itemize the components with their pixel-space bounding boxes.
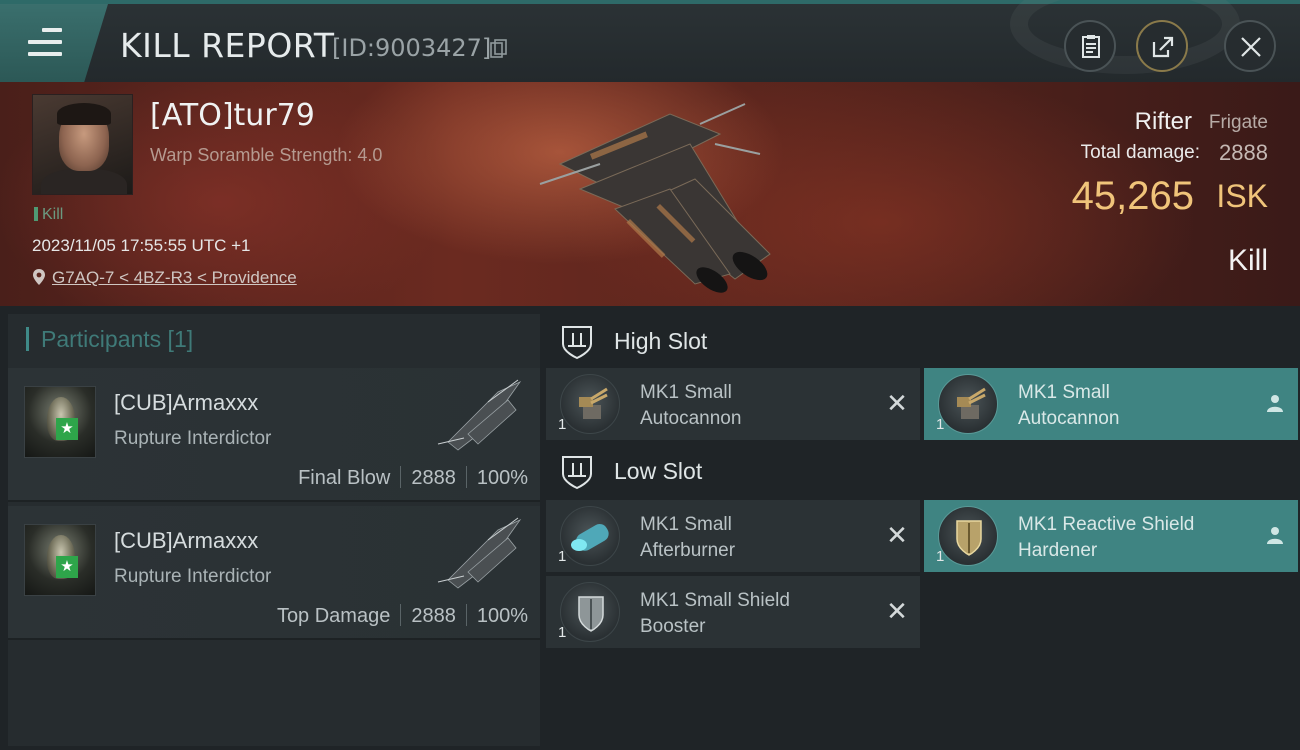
victim-name[interactable]: [ATO]tur79 (150, 98, 315, 133)
x-icon: ✕ (886, 596, 908, 626)
participant-ship-image (437, 379, 522, 451)
participant-role: Final Blow (298, 467, 391, 489)
participant-name: [CUB]Armaxxx (114, 390, 259, 415)
participant-stats: Top Damage 2888 100% (277, 604, 528, 628)
menu-icon (28, 28, 62, 64)
module-quantity: 1 (936, 416, 945, 433)
module-name-line1: MK1 Reactive Shield (1018, 514, 1195, 535)
module-quantity: 1 (558, 624, 567, 641)
victim-banner: [ATO]tur79 Warp Soramble Strength: 4.0 K… (0, 82, 1300, 306)
share-button[interactable] (1136, 20, 1188, 72)
module-item[interactable]: 1 MK1 Small Autocannon ✕ (546, 368, 920, 440)
module-name-line1: MK1 Small (640, 382, 732, 403)
location-link[interactable]: G7AQ-7 < 4BZ-R3 < Providence (52, 268, 297, 287)
person-icon (1267, 395, 1283, 412)
report-id: [ID:9003427] (332, 34, 492, 62)
module-name-line1: MK1 Small (1018, 382, 1110, 403)
module-name: MK1 Small Autocannon (640, 380, 880, 432)
slot-shield-icon (562, 456, 592, 490)
isk-value: 45,265 (1071, 174, 1194, 218)
participant-stats: Final Blow 2888 100% (298, 466, 528, 490)
afterburner-icon (560, 506, 620, 566)
victim-ship-class: Frigate (1208, 112, 1268, 133)
participant-damage: 2888 (411, 605, 456, 627)
clipboard-button[interactable] (1064, 20, 1116, 72)
participant-ship: Rupture Interdictor (114, 566, 272, 587)
share-icon (1152, 36, 1174, 58)
victim-avatar[interactable] (32, 94, 133, 195)
module-name: MK1 Small Autocannon (1018, 380, 1258, 432)
participant-card[interactable]: ★ [CUB]Armaxxx Rupture Interdictor Top D… (8, 506, 540, 640)
person-icon (1267, 527, 1283, 544)
star-icon: ★ (56, 556, 78, 578)
module-name: MK1 Reactive Shield Hardener (1018, 512, 1258, 564)
module-name-line2: Autocannon (1018, 408, 1120, 429)
shield-booster-icon (560, 582, 620, 642)
module-quantity: 1 (558, 548, 567, 565)
participant-ship: Rupture Interdictor (114, 428, 272, 449)
isk-unit: ISK (1216, 178, 1268, 214)
top-bar: KILL REPORT [ID:9003427] (0, 0, 1300, 82)
high-slot-label: High Slot (614, 328, 708, 354)
module-item[interactable]: 1 MK1 Small Shield Booster ✕ (546, 576, 920, 648)
module-name: MK1 Small Shield Booster (640, 588, 880, 640)
close-button[interactable] (1224, 20, 1276, 72)
total-damage-label: Total damage: (1080, 142, 1200, 163)
warp-scramble-strength: Warp Soramble Strength: 4.0 (150, 145, 383, 165)
participant-percent: 100% (476, 467, 528, 489)
total-damage-value: 2888 (1219, 140, 1268, 165)
participant-name: [CUB]Armaxxx (114, 528, 259, 553)
slot-shield-icon (562, 326, 592, 360)
victim-ship-image (539, 103, 771, 293)
autocannon-icon (938, 374, 998, 434)
module-name-line2: Booster (640, 616, 706, 637)
x-icon: ✕ (886, 388, 908, 418)
module-quantity: 1 (558, 416, 567, 433)
module-item[interactable]: 1 MK1 Small Afterburner ✕ (546, 500, 920, 572)
module-name-line2: Autocannon (640, 408, 742, 429)
module-quantity: 1 (936, 548, 945, 565)
module-name-line1: MK1 Small (640, 514, 732, 535)
low-slot-label: Low Slot (614, 458, 703, 484)
participant-card[interactable]: ★ [CUB]Armaxxx Rupture Interdictor Final… (8, 368, 540, 502)
module-item[interactable]: 1 MK1 Reactive Shield Hardener (924, 500, 1298, 572)
menu-button[interactable] (0, 4, 108, 82)
module-name: MK1 Small Afterburner (640, 512, 880, 564)
participant-percent: 100% (476, 605, 528, 627)
x-icon: ✕ (886, 520, 908, 550)
clipboard-icon (1082, 35, 1100, 58)
page-title: KILL REPORT (120, 26, 335, 65)
module-item[interactable]: 1 MK1 Small Autocannon (924, 368, 1298, 440)
shield-hardener-icon (938, 506, 998, 566)
kill-timestamp: 2023/11/05 17:55:55 UTC +1 (32, 236, 251, 255)
module-name-line2: Hardener (1018, 540, 1098, 561)
module-name-line1: MK1 Small Shield (640, 590, 790, 611)
copy-icon[interactable] (490, 39, 508, 59)
decorative-ring (1010, 0, 1240, 74)
location-pin-icon (33, 269, 45, 285)
victim-ship-name[interactable]: Rifter (1135, 108, 1192, 136)
participants-title: Participants [1] (26, 326, 193, 353)
module-name-line2: Afterburner (640, 540, 736, 561)
close-icon (1241, 37, 1261, 57)
kill-result: Kill (1227, 244, 1268, 277)
participant-role: Top Damage (276, 605, 391, 627)
autocannon-icon (560, 374, 620, 434)
kill-location[interactable]: G7AQ-7 < 4BZ-R3 < Providence (32, 268, 297, 288)
participant-damage: 2888 (411, 467, 456, 489)
participant-ship-image (437, 517, 522, 589)
kill-tag: Kill (34, 206, 63, 224)
star-icon: ★ (56, 418, 78, 440)
